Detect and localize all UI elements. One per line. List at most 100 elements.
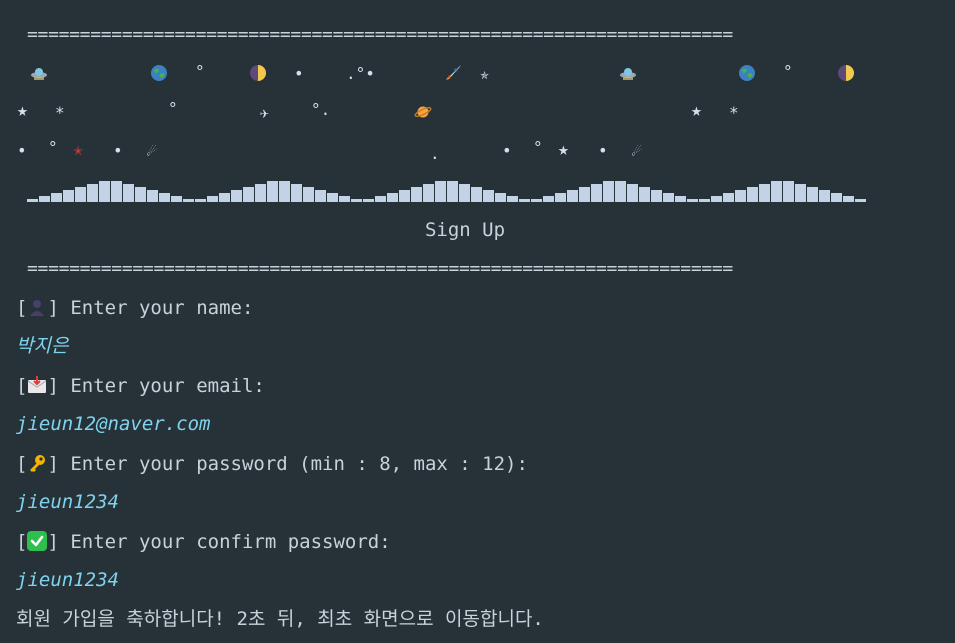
wave-bar [855, 199, 866, 202]
wave-bar [327, 193, 338, 202]
wave-bar [123, 184, 134, 202]
wave-bar [483, 190, 494, 202]
wave-bar [411, 187, 422, 202]
dot-glyph: • [598, 141, 608, 160]
wave-bar [255, 184, 266, 202]
email-prompt-label: Enter your email: [70, 375, 265, 397]
wave-bar [603, 181, 614, 202]
shooting-star-glyph: ✈ [260, 104, 270, 122]
wave-bar [435, 181, 446, 202]
wave-bar [759, 184, 770, 202]
wave-bar [243, 187, 254, 202]
degree-glyph: ° [195, 62, 205, 81]
earth-icon [739, 65, 755, 81]
wave-bar [375, 196, 386, 202]
wave-bar [51, 193, 62, 202]
star-glyph: ★ [558, 139, 569, 160]
wave-bar [399, 190, 410, 202]
key-icon [30, 455, 46, 472]
wave-bar [519, 199, 530, 202]
wave-bar [387, 193, 398, 202]
envelope-icon [28, 376, 47, 393]
wave-bar [363, 199, 374, 202]
wave-bar [447, 181, 458, 202]
wave-bar [303, 187, 314, 202]
dots-glyph: °. [311, 100, 331, 119]
wave-bar [615, 181, 626, 202]
success-message: 회원 가입을 축하합니다! 2초 뒤, 최초 화면으로 이동합니다. [16, 608, 544, 630]
wave-bar [819, 190, 830, 202]
wave-bar [207, 196, 218, 202]
confirm-input[interactable]: jieun1234 [16, 568, 119, 592]
wave-bar [663, 193, 674, 202]
wave-bar [135, 187, 146, 202]
top-separator: ========================================… [27, 24, 733, 45]
check-icon [27, 531, 48, 551]
earth-icon [151, 65, 167, 81]
star-outline-glyph: ✯ [480, 65, 490, 83]
wave-bar [651, 190, 662, 202]
wave-bar [279, 181, 290, 202]
wave-bar [99, 181, 110, 202]
asterisk-glyph: * [55, 103, 65, 122]
wave-bar [219, 193, 230, 202]
dot-glyph: • [17, 141, 27, 160]
wave-bar [291, 184, 302, 202]
wave-bar [567, 190, 578, 202]
wave-bar [231, 190, 242, 202]
asterisk-glyph: * [729, 103, 739, 122]
star-glyph: ★ [691, 100, 702, 121]
dots-glyph: .°• [346, 64, 375, 83]
wave-bar [471, 187, 482, 202]
dot-glyph: • [113, 141, 123, 160]
wave-bar [531, 199, 542, 202]
wave-bar [351, 199, 362, 202]
comet-icon: ☄ [147, 141, 157, 160]
wave-bar [459, 184, 470, 202]
wave-bar [723, 193, 734, 202]
wave-bar [183, 199, 194, 202]
wave-bar [639, 187, 650, 202]
wave-bar [39, 196, 50, 202]
wave-bar [711, 196, 722, 202]
wave-bar [699, 199, 710, 202]
confirm-prompt: [] Enter your confirm password: [16, 531, 391, 553]
name-prompt-label: Enter your name: [70, 297, 254, 319]
name-input[interactable]: 박지은 [16, 334, 68, 358]
rocket-icon [446, 65, 461, 80]
wave-decoration [27, 178, 867, 202]
bottom-separator: ========================================… [27, 258, 733, 279]
dot-glyph: • [294, 64, 304, 83]
wave-bar [771, 181, 782, 202]
wave-bar [783, 181, 794, 202]
wave-bar [591, 184, 602, 202]
wave-bar [687, 199, 698, 202]
wave-bar [579, 187, 590, 202]
degree-glyph: ° [48, 138, 58, 157]
password-prompt-label: Enter your password (min : 8, max : 12): [70, 453, 528, 475]
wave-bar [735, 190, 746, 202]
ufo-icon [620, 68, 636, 80]
email-prompt: [] Enter your email: [16, 375, 265, 397]
wave-bar [543, 196, 554, 202]
wave-bar [423, 184, 434, 202]
page-title: Sign Up [424, 219, 506, 241]
wave-bar [63, 190, 74, 202]
wave-bar [27, 199, 38, 202]
wave-bar [843, 196, 854, 202]
wave-bar [807, 187, 818, 202]
wave-bar [267, 181, 278, 202]
wave-bar [495, 193, 506, 202]
wave-bar [315, 190, 326, 202]
ufo-icon [31, 68, 47, 80]
wave-bar [555, 193, 566, 202]
wave-bar [627, 184, 638, 202]
moon-icon [250, 65, 266, 81]
password-input[interactable]: jieun1234 [16, 490, 119, 514]
name-prompt: [] Enter your name: [16, 297, 254, 319]
wave-bar [171, 196, 182, 202]
confirm-prompt-label: Enter your confirm password: [70, 531, 391, 553]
planet-icon [414, 106, 432, 118]
email-input[interactable]: jieun12@naver.com [16, 412, 210, 436]
comet-icon: ☄ [632, 141, 642, 160]
